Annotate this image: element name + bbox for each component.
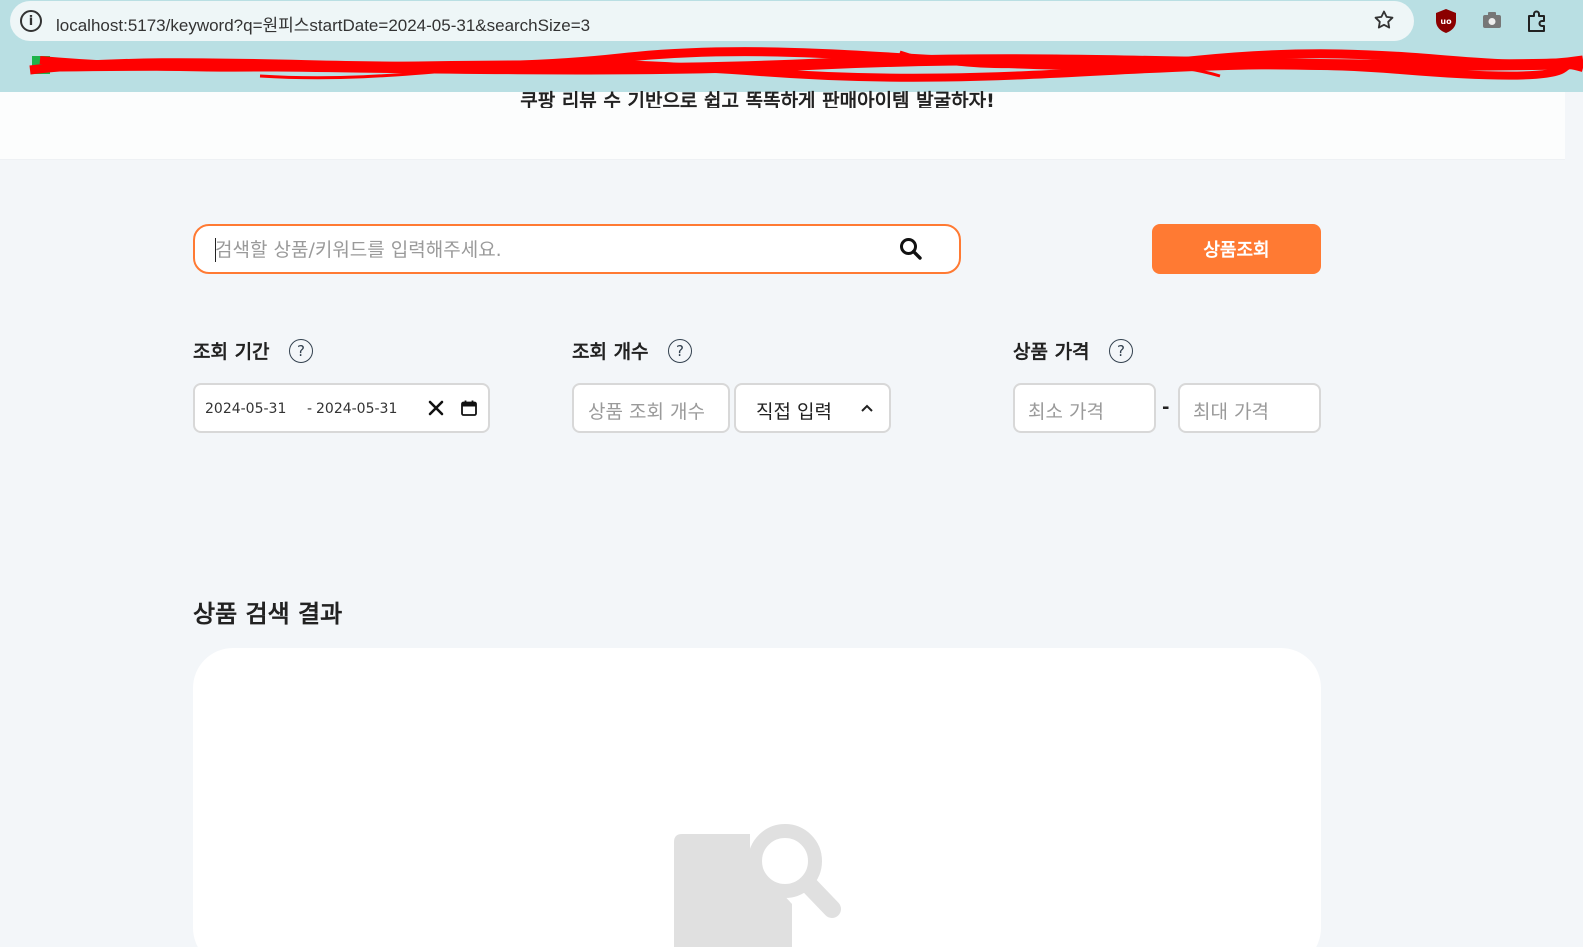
price-help-icon[interactable]: ? bbox=[1109, 339, 1133, 363]
text-caret bbox=[215, 238, 216, 262]
price-separator: - bbox=[1162, 397, 1170, 418]
chevron-up-icon bbox=[861, 404, 873, 412]
search-icon[interactable] bbox=[898, 236, 924, 262]
address-bar[interactable]: i localhost:5173/keyword?q=원피스startDate=… bbox=[10, 1, 1414, 41]
search-input[interactable] bbox=[215, 236, 875, 264]
count-mode-value: 직접 입력 bbox=[756, 401, 832, 423]
min-price-input[interactable]: 최소 가격 bbox=[1013, 383, 1156, 433]
count-mode-select[interactable]: 직접 입력 bbox=[734, 383, 891, 433]
extensions-puzzle-icon[interactable] bbox=[1524, 8, 1550, 34]
period-help-icon[interactable]: ? bbox=[289, 339, 313, 363]
start-date[interactable]: 2024-05-31 bbox=[205, 401, 286, 417]
search-box[interactable] bbox=[193, 224, 961, 274]
min-price-placeholder: 최소 가격 bbox=[1028, 401, 1104, 423]
count-label: 조회 개수 bbox=[572, 341, 649, 363]
price-label: 상품 가격 bbox=[1013, 341, 1090, 363]
ublock-extension-icon[interactable]: uo bbox=[1434, 8, 1458, 34]
max-price-input[interactable]: 최대 가격 bbox=[1178, 383, 1321, 433]
search-submit-button[interactable]: 상품조회 bbox=[1152, 224, 1321, 274]
bookmark-star-icon[interactable] bbox=[1372, 8, 1396, 32]
document-search-icon bbox=[674, 824, 841, 947]
date-range-field[interactable]: 2024-05-31 - 2024-05-31 bbox=[193, 383, 490, 433]
end-date[interactable]: 2024-05-31 bbox=[316, 401, 397, 417]
camera-extension-icon[interactable] bbox=[1480, 8, 1504, 32]
info-icon[interactable]: i bbox=[20, 10, 42, 32]
address-url[interactable]: localhost:5173/keyword?q=원피스startDate=20… bbox=[56, 11, 590, 36]
page-tagline: 쿠팡 리뷰 수 기반으로 쉽고 똑똑하게 판매아이템 발굴하자! bbox=[520, 90, 995, 108]
svg-text:uo: uo bbox=[1440, 17, 1452, 26]
calendar-icon[interactable] bbox=[460, 399, 478, 417]
close-icon[interactable] bbox=[427, 399, 445, 417]
period-label: 조회 기간 bbox=[193, 341, 270, 363]
count-input[interactable]: 상품 조회 개수 bbox=[572, 383, 730, 433]
page-header: 쿠팡 리뷰 수 기반으로 쉽고 똑똑하게 판매아이템 발굴하자! bbox=[0, 90, 1565, 160]
count-input-placeholder: 상품 조회 개수 bbox=[588, 401, 705, 423]
results-title: 상품 검색 결과 bbox=[193, 600, 343, 628]
count-help-icon[interactable]: ? bbox=[668, 339, 692, 363]
bookmarks-bar bbox=[29, 47, 1583, 82]
browser-toolbar: i localhost:5173/keyword?q=원피스startDate=… bbox=[0, 0, 1583, 92]
date-separator: - bbox=[307, 401, 313, 417]
max-price-placeholder: 최대 가격 bbox=[1193, 401, 1269, 423]
